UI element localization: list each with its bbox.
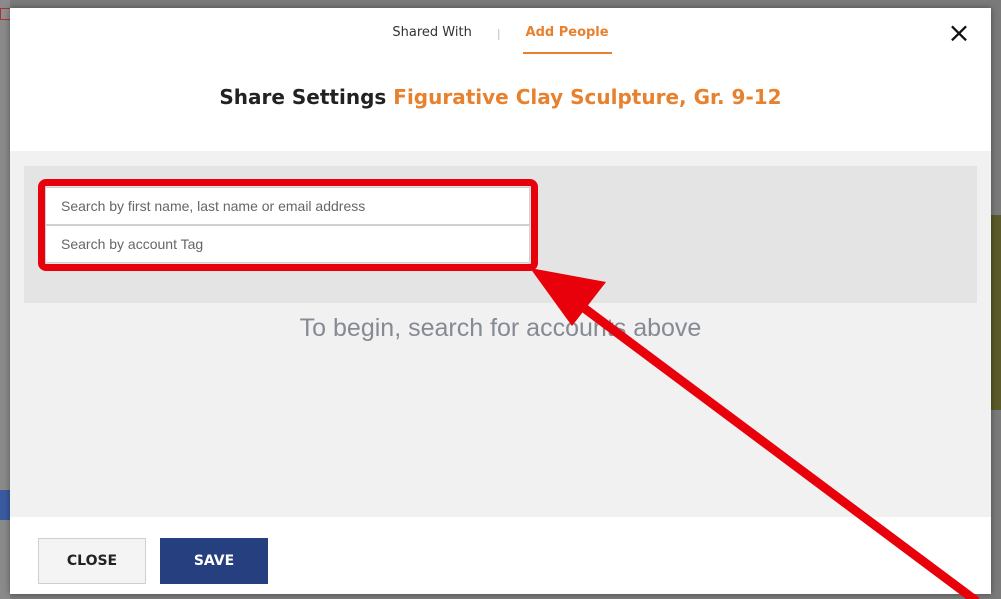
account-tag-search-input[interactable] [45, 225, 530, 263]
modal-body: To begin, search for accounts above [10, 151, 991, 517]
modal-footer: CLOSE SAVE [10, 517, 991, 594]
save-button[interactable]: SAVE [160, 538, 268, 584]
empty-state-message: To begin, search for accounts above [299, 314, 702, 342]
modal-title: Share Settings Figurative Clay Sculpture… [10, 85, 991, 109]
background-image [991, 215, 1001, 410]
close-button[interactable]: CLOSE [38, 538, 146, 584]
search-panel [24, 166, 977, 303]
title-prefix: Share Settings [219, 85, 387, 109]
modal-tabs: Shared With | Add People [10, 8, 991, 64]
tab-shared-with[interactable]: Shared With [389, 25, 474, 54]
tab-add-people[interactable]: Add People [522, 25, 612, 54]
name-email-search-input[interactable] [45, 187, 530, 225]
share-settings-modal: Shared With | Add People × Share Setting… [10, 8, 991, 594]
title-resource-name: Figurative Clay Sculpture, Gr. 9-12 [393, 85, 782, 109]
close-icon[interactable]: × [947, 19, 971, 47]
background-block [0, 490, 10, 520]
tab-separator: | [496, 27, 501, 40]
